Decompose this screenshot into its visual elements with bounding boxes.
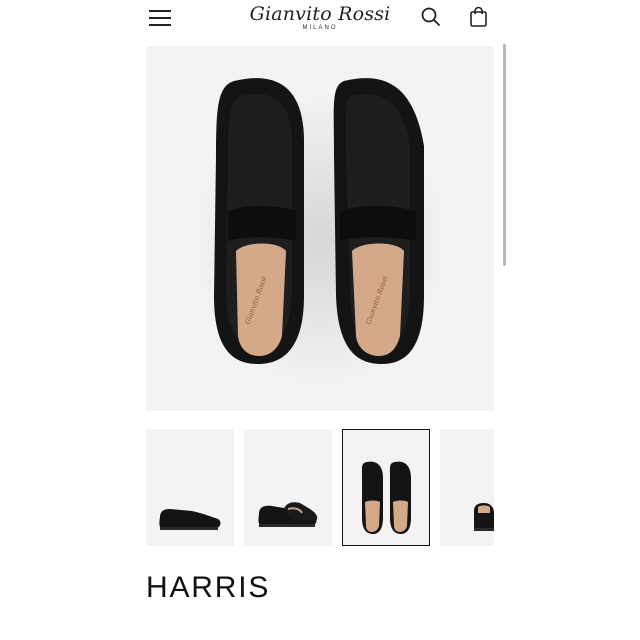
- product-title: HARRIS: [146, 571, 271, 604]
- search-icon[interactable]: [420, 6, 442, 28]
- site-header: Gianvito Rossi MILANO: [0, 0, 640, 40]
- brand-logo[interactable]: Gianvito Rossi MILANO: [230, 2, 410, 31]
- gallery-scrollbar[interactable]: [503, 44, 506, 266]
- thumbnail-3[interactable]: [342, 429, 430, 546]
- thumbnail-strip: [146, 429, 494, 546]
- logo-wordmark: Gianvito Rossi: [249, 3, 391, 25]
- thumbnail-4[interactable]: [440, 429, 494, 546]
- thumbnail-1[interactable]: [146, 429, 234, 546]
- right-loafer: Gianvito Rossi: [333, 78, 424, 364]
- hamburger-menu-icon[interactable]: [149, 7, 173, 27]
- left-loafer: Gianvito Rossi: [214, 78, 304, 364]
- thumbnail-2[interactable]: [244, 429, 332, 546]
- product-main-image[interactable]: Gianvito Rossi Gianvito Rossi: [146, 46, 494, 411]
- shopping-bag-icon[interactable]: [469, 6, 489, 28]
